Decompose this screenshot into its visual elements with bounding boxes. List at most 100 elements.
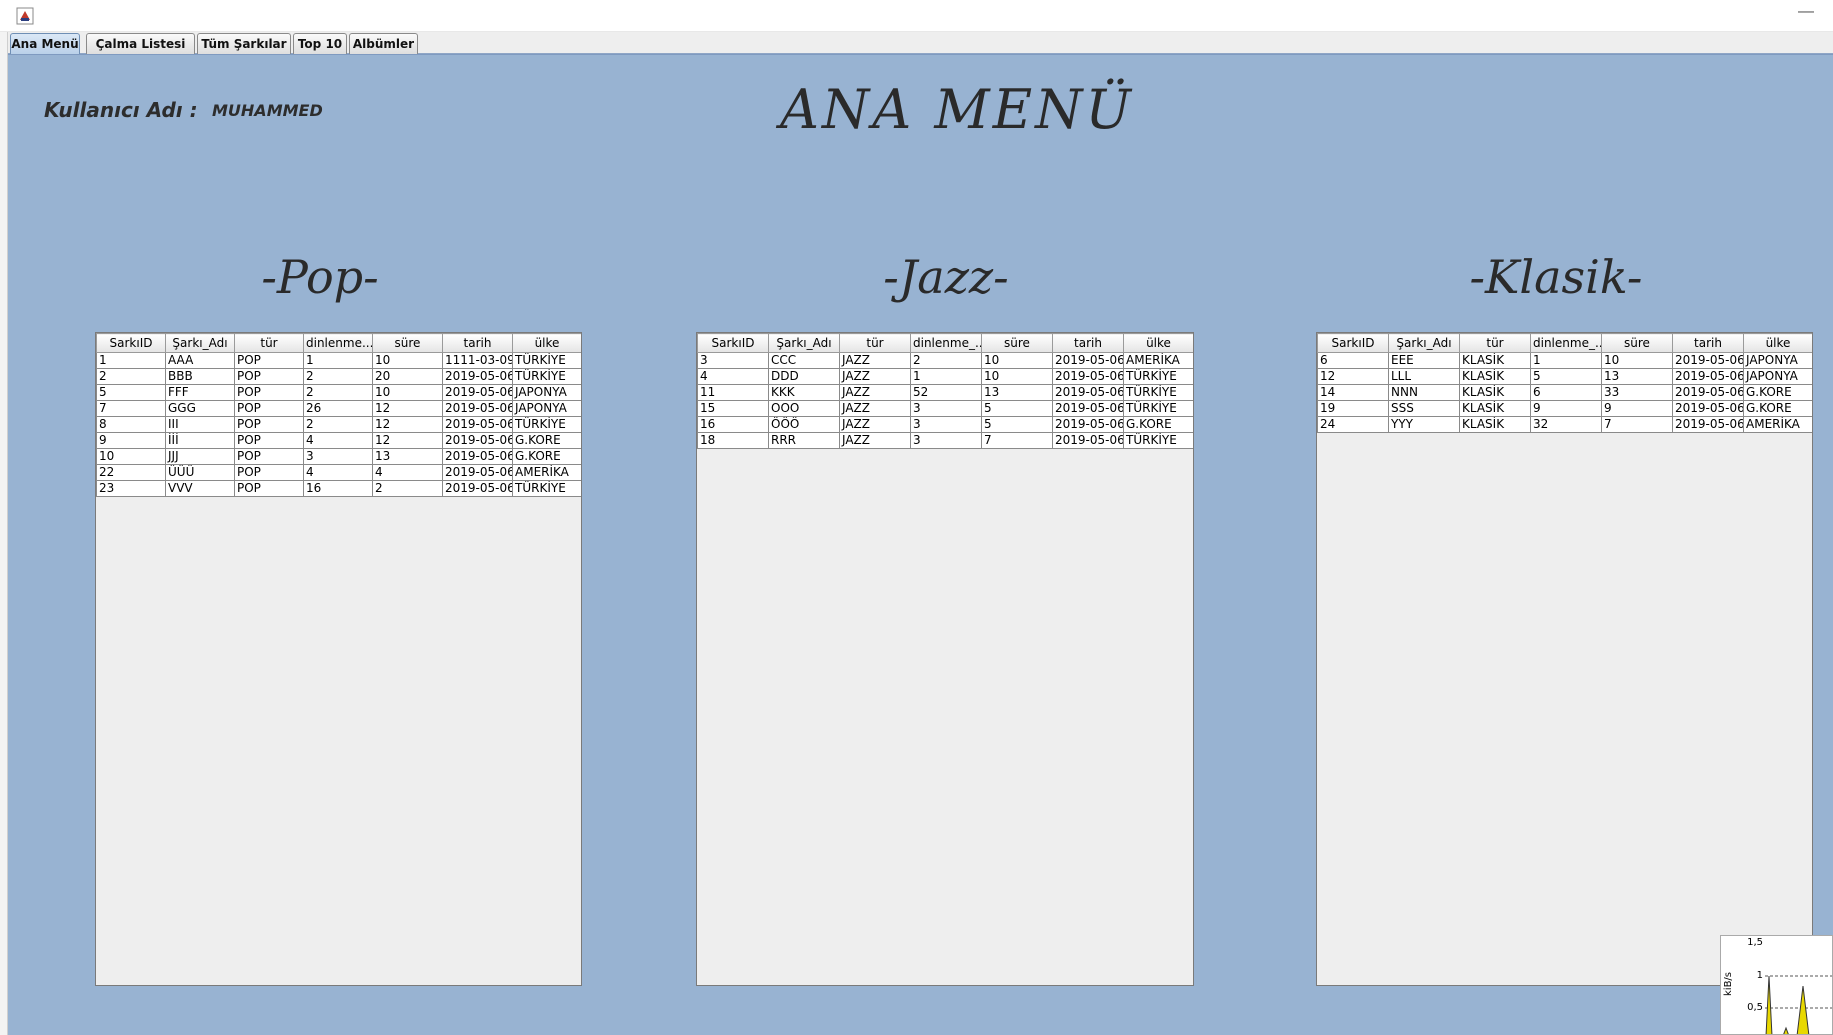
cell-ulke[interactable]: TÜRKİYE (1123, 384, 1193, 401)
cell-tur[interactable]: POP (234, 368, 304, 385)
cell-ulke[interactable]: TÜRKİYE (512, 480, 581, 497)
tab-albumler[interactable]: Albümler (349, 33, 418, 54)
cell-tarih[interactable]: 2019-05-06 (1052, 416, 1124, 433)
cell-tur[interactable]: JAZZ (839, 384, 911, 401)
cell-dinlenme[interactable]: 1 (303, 352, 373, 369)
cell-sarki-adi[interactable]: GGG (165, 400, 235, 417)
cell-sarkiid[interactable]: 14 (1317, 384, 1389, 401)
table-row[interactable]: 3 CCC JAZZ 2 10 2019-05-06 AMERİKA (697, 352, 1193, 369)
cell-tur[interactable]: POP (234, 400, 304, 417)
cell-sarki-adi[interactable]: OOO (768, 400, 840, 417)
jazz-table-panel[interactable]: SarkıID Şarkı_Adı tür dinlenme_... süre … (696, 332, 1194, 986)
cell-dinlenme[interactable]: 3 (303, 448, 373, 465)
table-row[interactable]: 15 OOO JAZZ 3 5 2019-05-06 TÜRKİYE (697, 400, 1193, 417)
cell-sure[interactable]: 4 (372, 464, 443, 481)
column-header-sarkiid[interactable]: SarkıID (697, 333, 769, 353)
column-header-dinlenme[interactable]: dinlenme_... (910, 333, 982, 353)
cell-ulke[interactable]: G.KORE (1743, 400, 1812, 417)
table-row[interactable]: 6 EEE KLASİK 1 10 2019-05-06 JAPONYA (1317, 352, 1812, 369)
table-row[interactable]: 7 GGG POP 26 12 2019-05-06 JAPONYA (96, 400, 581, 417)
column-header-sure[interactable]: süre (1601, 333, 1673, 353)
cell-ulke[interactable]: JAPONYA (512, 384, 581, 401)
cell-ulke[interactable]: AMERİKA (1123, 352, 1193, 369)
cell-tarih[interactable]: 2019-05-06 (1052, 400, 1124, 417)
cell-tarih[interactable]: 2019-05-06 (442, 480, 513, 497)
cell-sarkiid[interactable]: 2 (96, 368, 166, 385)
column-header-ulke[interactable]: ülke (512, 333, 581, 353)
cell-ulke[interactable]: TÜRKİYE (1123, 432, 1193, 449)
cell-tarih[interactable]: 2019-05-06 (1672, 416, 1744, 433)
column-header-dinlenme[interactable]: dinlenme... (303, 333, 373, 353)
cell-tarih[interactable]: 2019-05-06 (1672, 352, 1744, 369)
cell-sure[interactable]: 13 (981, 384, 1053, 401)
cell-tur[interactable]: JAZZ (839, 432, 911, 449)
cell-sure[interactable]: 9 (1601, 400, 1673, 417)
table-row[interactable]: 14 NNN KLASİK 6 33 2019-05-06 G.KORE (1317, 384, 1812, 401)
cell-ulke[interactable]: JAPONYA (512, 400, 581, 417)
cell-tarih[interactable]: 2019-05-06 (1672, 384, 1744, 401)
cell-tur[interactable]: JAZZ (839, 400, 911, 417)
cell-sure[interactable]: 10 (981, 352, 1053, 369)
column-header-sarki-adi[interactable]: Şarkı_Adı (1388, 333, 1460, 353)
cell-tarih[interactable]: 1111-03-09 (442, 352, 513, 369)
column-header-tarih[interactable]: tarih (442, 333, 513, 353)
cell-dinlenme[interactable]: 1 (1530, 352, 1602, 369)
cell-ulke[interactable]: G.KORE (512, 432, 581, 449)
cell-tur[interactable]: POP (234, 432, 304, 449)
cell-sarkiid[interactable]: 23 (96, 480, 166, 497)
table-row[interactable]: 22 ÜÜÜ POP 4 4 2019-05-06 AMERİKA (96, 464, 581, 481)
cell-ulke[interactable]: AMERİKA (1743, 416, 1812, 433)
column-header-tur[interactable]: tür (1459, 333, 1531, 353)
tab-top-10[interactable]: Top 10 (293, 33, 347, 54)
cell-ulke[interactable]: TÜRKİYE (512, 416, 581, 433)
cell-sarki-adi[interactable]: BBB (165, 368, 235, 385)
cell-sarkiid[interactable]: 16 (697, 416, 769, 433)
cell-tur[interactable]: KLASİK (1459, 384, 1531, 401)
cell-dinlenme[interactable]: 5 (1530, 368, 1602, 385)
table-row[interactable]: 24 YYY KLASİK 32 7 2019-05-06 AMERİKA (1317, 416, 1812, 433)
column-header-dinlenme[interactable]: dinlenme_... (1530, 333, 1602, 353)
cell-sarkiid[interactable]: 24 (1317, 416, 1389, 433)
cell-sarki-adi[interactable]: ÖÖÖ (768, 416, 840, 433)
column-header-sure[interactable]: süre (372, 333, 443, 353)
cell-sure[interactable]: 10 (1601, 352, 1673, 369)
tab-tum-sarkilar[interactable]: Tüm Şarkılar (197, 33, 291, 54)
cell-dinlenme[interactable]: 4 (303, 432, 373, 449)
cell-dinlenme[interactable]: 52 (910, 384, 982, 401)
cell-tur[interactable]: POP (234, 480, 304, 497)
cell-sarkiid[interactable]: 1 (96, 352, 166, 369)
column-header-tur[interactable]: tür (839, 333, 911, 353)
cell-tarih[interactable]: 2019-05-06 (1672, 400, 1744, 417)
cell-tur[interactable]: JAZZ (839, 352, 911, 369)
cell-sarkiid[interactable]: 5 (96, 384, 166, 401)
cell-sarki-adi[interactable]: ÜÜÜ (165, 464, 235, 481)
table-row[interactable]: 9 İİİ POP 4 12 2019-05-06 G.KORE (96, 432, 581, 449)
cell-dinlenme[interactable]: 2 (303, 368, 373, 385)
cell-sarki-adi[interactable]: İİİ (165, 432, 235, 449)
table-row[interactable]: 8 III POP 2 12 2019-05-06 TÜRKİYE (96, 416, 581, 433)
table-row[interactable]: 2 BBB POP 2 20 2019-05-06 TÜRKİYE (96, 368, 581, 385)
cell-sarki-adi[interactable]: III (165, 416, 235, 433)
cell-sure[interactable]: 10 (372, 352, 443, 369)
cell-sure[interactable]: 12 (372, 416, 443, 433)
cell-tur[interactable]: POP (234, 384, 304, 401)
table-row[interactable]: 10 JJJ POP 3 13 2019-05-06 G.KORE (96, 448, 581, 465)
cell-sure[interactable]: 5 (981, 400, 1053, 417)
cell-dinlenme[interactable]: 6 (1530, 384, 1602, 401)
cell-sarki-adi[interactable]: CCC (768, 352, 840, 369)
cell-tur[interactable]: KLASİK (1459, 416, 1531, 433)
cell-sure[interactable]: 20 (372, 368, 443, 385)
cell-sarki-adi[interactable]: KKK (768, 384, 840, 401)
cell-sarkiid[interactable]: 6 (1317, 352, 1389, 369)
cell-sarkiid[interactable]: 10 (96, 448, 166, 465)
cell-ulke[interactable]: G.KORE (1123, 416, 1193, 433)
cell-tur[interactable]: JAZZ (839, 416, 911, 433)
cell-tarih[interactable]: 2019-05-06 (442, 464, 513, 481)
cell-sure[interactable]: 12 (372, 432, 443, 449)
cell-dinlenme[interactable]: 16 (303, 480, 373, 497)
cell-ulke[interactable]: AMERİKA (512, 464, 581, 481)
jazz-table[interactable]: SarkıID Şarkı_Adı tür dinlenme_... süre … (697, 333, 1193, 449)
cell-tarih[interactable]: 2019-05-06 (1052, 384, 1124, 401)
klasik-table-panel[interactable]: SarkıID Şarkı_Adı tür dinlenme_... süre … (1316, 332, 1813, 986)
table-row[interactable]: 23 VVV POP 16 2 2019-05-06 TÜRKİYE (96, 480, 581, 497)
